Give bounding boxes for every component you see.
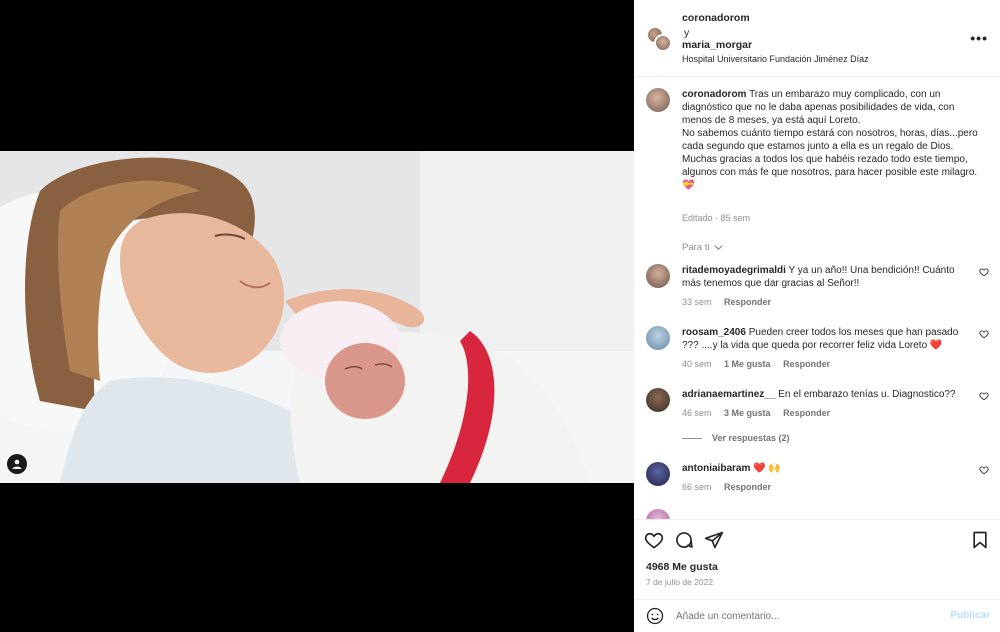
comment-meta: 46 sem 3 Me gusta Responder [682, 408, 840, 418]
comment-username[interactable]: roosam_2406 [682, 327, 746, 338]
comment-time: 46 sem [682, 408, 712, 418]
avatar[interactable] [646, 88, 670, 112]
caption-meta: Editado · 85 sem [682, 213, 751, 223]
comment-time: 33 sem [682, 297, 712, 307]
comment-body: roosam_2406 Pueden creer todos los meses… [682, 326, 972, 352]
view-replies-button[interactable]: Ver respuestas (2) [682, 433, 790, 443]
avatar[interactable] [646, 462, 670, 486]
post-photo[interactable] [0, 151, 634, 483]
heart-icon[interactable] [979, 465, 989, 475]
avatar[interactable] [646, 326, 670, 350]
user-tag-icon[interactable] [7, 454, 27, 474]
comment-time: 40 sem [682, 359, 712, 369]
post-photo-illustration [0, 151, 634, 483]
comment-meta: 33 sem Responder [682, 297, 781, 307]
comment-icon[interactable] [674, 530, 694, 550]
comment-meta: 66 sem Responder [682, 482, 781, 492]
comment-body: adrianaemartinez__ En el embarazo tenías… [682, 388, 972, 401]
comment-body: antoniaibaram ❤️ 🙌 [682, 462, 972, 475]
post-header: coronadorom y maria_morgar Hospital Univ… [634, 0, 1000, 77]
comment-input[interactable] [676, 606, 936, 626]
comment-time: 66 sem [682, 482, 712, 492]
location-link[interactable]: Hospital Universitario Fundación Jiménez… [682, 54, 869, 64]
paper-plane-icon[interactable] [704, 530, 724, 550]
avatar[interactable] [646, 264, 670, 288]
heart-icon[interactable] [644, 530, 664, 550]
chevron-down-icon [714, 245, 723, 251]
avatar[interactable] [646, 388, 670, 412]
author-conjunction: y [684, 27, 690, 39]
comment-text: ❤️ 🙌 [753, 463, 781, 474]
caption-username[interactable]: coronadorom [682, 89, 746, 100]
author-avatars[interactable] [646, 26, 672, 52]
heart-icon[interactable] [979, 391, 989, 401]
comment-likes-count[interactable]: 1 Me gusta [724, 359, 771, 369]
bookmark-icon[interactable] [970, 530, 990, 550]
comment-body: ritademoyadegrimaldi Y ya un año!! Una b… [682, 264, 972, 290]
comment-username[interactable]: ritademoyadegrimaldi [682, 265, 786, 276]
comment-meta: 40 sem 1 Me gusta Responder [682, 359, 840, 369]
heart-icon[interactable] [979, 267, 989, 277]
author-username[interactable]: coronadorom [682, 12, 750, 24]
post-sidebar: coronadorom y maria_morgar Hospital Univ… [634, 0, 1000, 632]
smiley-icon[interactable] [646, 607, 664, 625]
reply-button[interactable]: Responder [783, 408, 830, 418]
comment-text: En el embarazo tenías u. Diagnostico?? [778, 389, 956, 400]
reply-button[interactable]: Responder [724, 297, 771, 307]
caption-text-block: coronadorom Tras un embarazo muy complic… [682, 88, 982, 192]
post-media-pane [0, 0, 634, 632]
comment-username[interactable]: adrianaemartinez__ [682, 389, 775, 400]
more-options-button[interactable]: ••• [970, 30, 988, 46]
post-actions: 4968 Me gusta 7 de julio de 2022 [634, 519, 1000, 599]
coauthor-username[interactable]: maria_morgar [682, 39, 752, 51]
avatar[interactable] [646, 509, 670, 519]
sort-label: Para ti [682, 242, 710, 253]
view-replies-label: Ver respuestas (2) [712, 433, 790, 443]
avatar[interactable] [654, 34, 672, 52]
comment-username[interactable]: antoniaibaram [682, 463, 750, 474]
heart-icon[interactable] [979, 329, 989, 339]
reply-button[interactable]: Responder [783, 359, 830, 369]
post-date: 7 de julio de 2022 [646, 577, 714, 587]
publish-button[interactable]: Publicar [951, 610, 990, 621]
comments-scroll-area[interactable]: coronadorom Tras un embarazo muy complic… [634, 78, 1000, 519]
replies-divider [682, 437, 702, 439]
likes-count[interactable]: 4968 Me gusta [646, 561, 718, 573]
comments-sort-dropdown[interactable]: Para ti [682, 242, 723, 253]
reply-button[interactable]: Responder [724, 482, 771, 492]
comment-likes-count[interactable]: 3 Me gusta [724, 408, 771, 418]
add-comment-bar: Publicar [634, 599, 1000, 632]
caption-text: Tras un embarazo muy complicado, con un … [682, 89, 978, 191]
